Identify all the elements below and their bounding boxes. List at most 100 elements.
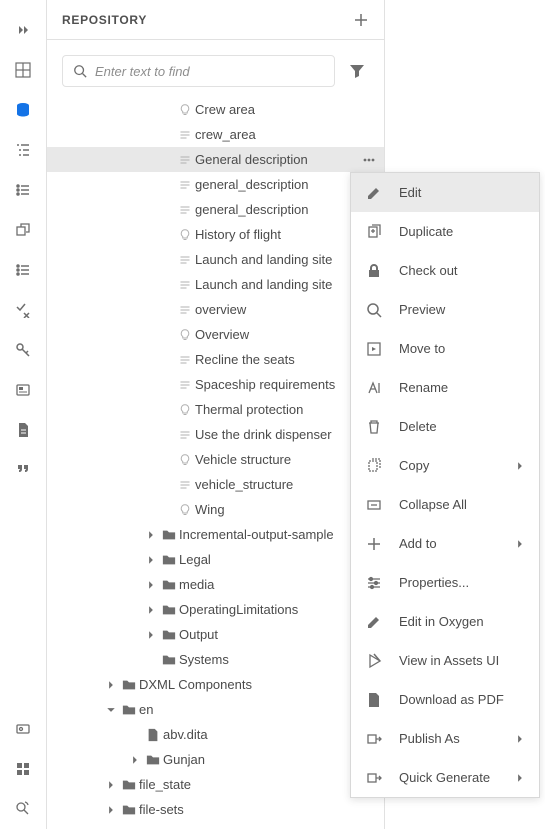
bulb-icon [175, 104, 195, 116]
folder-icon [119, 803, 139, 817]
move-icon [365, 341, 383, 357]
chevron-right-icon[interactable] [143, 630, 159, 640]
file-tree[interactable]: Crew area crew_area General description … [47, 97, 384, 829]
chevron-right-icon[interactable] [143, 605, 159, 615]
tree-item[interactable]: Crew area [47, 97, 384, 122]
menu-item-check-out[interactable]: Check out [351, 251, 539, 290]
search-replace-icon[interactable] [0, 789, 46, 829]
menu-item-move-to[interactable]: Move to [351, 329, 539, 368]
tree-folder[interactable]: Incremental-output-sample [47, 522, 384, 547]
grid-icon[interactable] [0, 50, 46, 90]
chevron-right-icon [515, 734, 525, 744]
folder-icon [119, 778, 139, 792]
check-x-icon[interactable] [0, 290, 46, 330]
list-icon[interactable] [0, 170, 46, 210]
tree-folder[interactable]: file_state [47, 772, 384, 797]
repository-icon[interactable] [0, 90, 46, 130]
list2-icon[interactable] [0, 250, 46, 290]
menu-item-label: Collapse All [399, 497, 525, 512]
tree-item-label: en [139, 702, 384, 717]
tree-folder[interactable]: Output [47, 622, 384, 647]
bulb-icon [175, 229, 195, 241]
menu-item-publish-as[interactable]: Publish As [351, 719, 539, 758]
tree-item[interactable]: Spaceship requirements [47, 372, 384, 397]
tree-folder[interactable]: file-sets [47, 797, 384, 822]
menu-item-download-as-pdf[interactable]: Download as PDF [351, 680, 539, 719]
tree-item[interactable]: overview [47, 297, 384, 322]
menu-item-label: Properties... [399, 575, 525, 590]
quote-icon[interactable] [0, 450, 46, 490]
tree-folder[interactable]: en [47, 697, 384, 722]
tree-item[interactable]: General description [47, 147, 384, 172]
chevron-right-icon[interactable] [143, 555, 159, 565]
reusable-icon[interactable] [0, 210, 46, 250]
chevron-right-icon[interactable] [143, 580, 159, 590]
tree-folder[interactable]: Systems [47, 647, 384, 672]
tree-folder[interactable]: Gunjan [47, 747, 384, 772]
chevron-right-icon[interactable] [103, 780, 119, 790]
topic-icon [175, 479, 195, 491]
filter-button[interactable] [345, 59, 369, 83]
expand-icon[interactable] [0, 10, 46, 50]
key-icon[interactable] [0, 330, 46, 370]
tree-item-label: file_state [139, 777, 384, 792]
add-button[interactable] [353, 12, 369, 28]
folder-icon [159, 578, 179, 592]
chevron-right-icon[interactable] [127, 755, 143, 765]
menu-item-edit[interactable]: Edit [351, 173, 539, 212]
tree-item-label: crew_area [195, 127, 384, 142]
tree-item[interactable]: Wing [47, 497, 384, 522]
menu-item-properties-[interactable]: Properties... [351, 563, 539, 602]
menu-item-quick-generate[interactable]: Quick Generate [351, 758, 539, 797]
tree-item[interactable]: Recline the seats [47, 347, 384, 372]
menu-item-delete[interactable]: Delete [351, 407, 539, 446]
more-icon[interactable] [354, 152, 384, 168]
menu-item-edit-in-oxygen[interactable]: Edit in Oxygen [351, 602, 539, 641]
apps-icon[interactable] [0, 749, 46, 789]
menu-item-label: Edit [399, 185, 525, 200]
chevron-right-icon[interactable] [103, 680, 119, 690]
chevron-right-icon[interactable] [143, 530, 159, 540]
menu-item-rename[interactable]: Rename [351, 368, 539, 407]
tree-item[interactable]: general_description [47, 172, 384, 197]
outline-icon[interactable] [0, 130, 46, 170]
tree-folder[interactable]: media [47, 572, 384, 597]
menu-item-preview[interactable]: Preview [351, 290, 539, 329]
context-menu: Edit Duplicate Check out Preview Move to… [350, 172, 540, 798]
card-icon[interactable] [0, 370, 46, 410]
menu-item-label: Rename [399, 380, 525, 395]
menu-item-collapse-all[interactable]: Collapse All [351, 485, 539, 524]
badge-icon[interactable] [0, 709, 46, 749]
tree-item[interactable]: Vehicle structure [47, 447, 384, 472]
menu-item-label: Quick Generate [399, 770, 499, 785]
topic-icon [175, 379, 195, 391]
menu-item-view-in-assets-ui[interactable]: View in Assets UI [351, 641, 539, 680]
document-icon[interactable] [0, 410, 46, 450]
search-box[interactable] [62, 55, 335, 87]
tree-folder[interactable]: OperatingLimitations [47, 597, 384, 622]
tree-item[interactable]: Launch and landing site [47, 247, 384, 272]
tree-item[interactable]: crew_area [47, 122, 384, 147]
tree-file[interactable]: abv.dita [47, 722, 384, 747]
tree-item[interactable]: vehicle_structure [47, 472, 384, 497]
menu-item-copy[interactable]: Copy [351, 446, 539, 485]
chevron-right-icon[interactable] [103, 805, 119, 815]
tree-item[interactable]: Launch and landing site [47, 272, 384, 297]
search-input[interactable] [95, 64, 324, 79]
chevron-down-icon[interactable] [103, 705, 119, 715]
tree-item[interactable]: general_description [47, 197, 384, 222]
menu-item-label: Publish As [399, 731, 499, 746]
folder-icon [159, 653, 179, 667]
tree-item[interactable]: History of flight [47, 222, 384, 247]
tree-item[interactable]: Use the drink dispenser [47, 422, 384, 447]
menu-item-add-to[interactable]: Add to [351, 524, 539, 563]
menu-item-duplicate[interactable]: Duplicate [351, 212, 539, 251]
tree-folder[interactable]: DXML Components [47, 672, 384, 697]
tree-item[interactable]: Thermal protection [47, 397, 384, 422]
repository-panel: REPOSITORY Crew area crew_area General d… [47, 0, 385, 829]
topic-icon [175, 304, 195, 316]
tree-folder[interactable]: Legal [47, 547, 384, 572]
menu-item-label: Copy [399, 458, 499, 473]
tree-item[interactable]: Overview [47, 322, 384, 347]
menu-item-label: Check out [399, 263, 525, 278]
